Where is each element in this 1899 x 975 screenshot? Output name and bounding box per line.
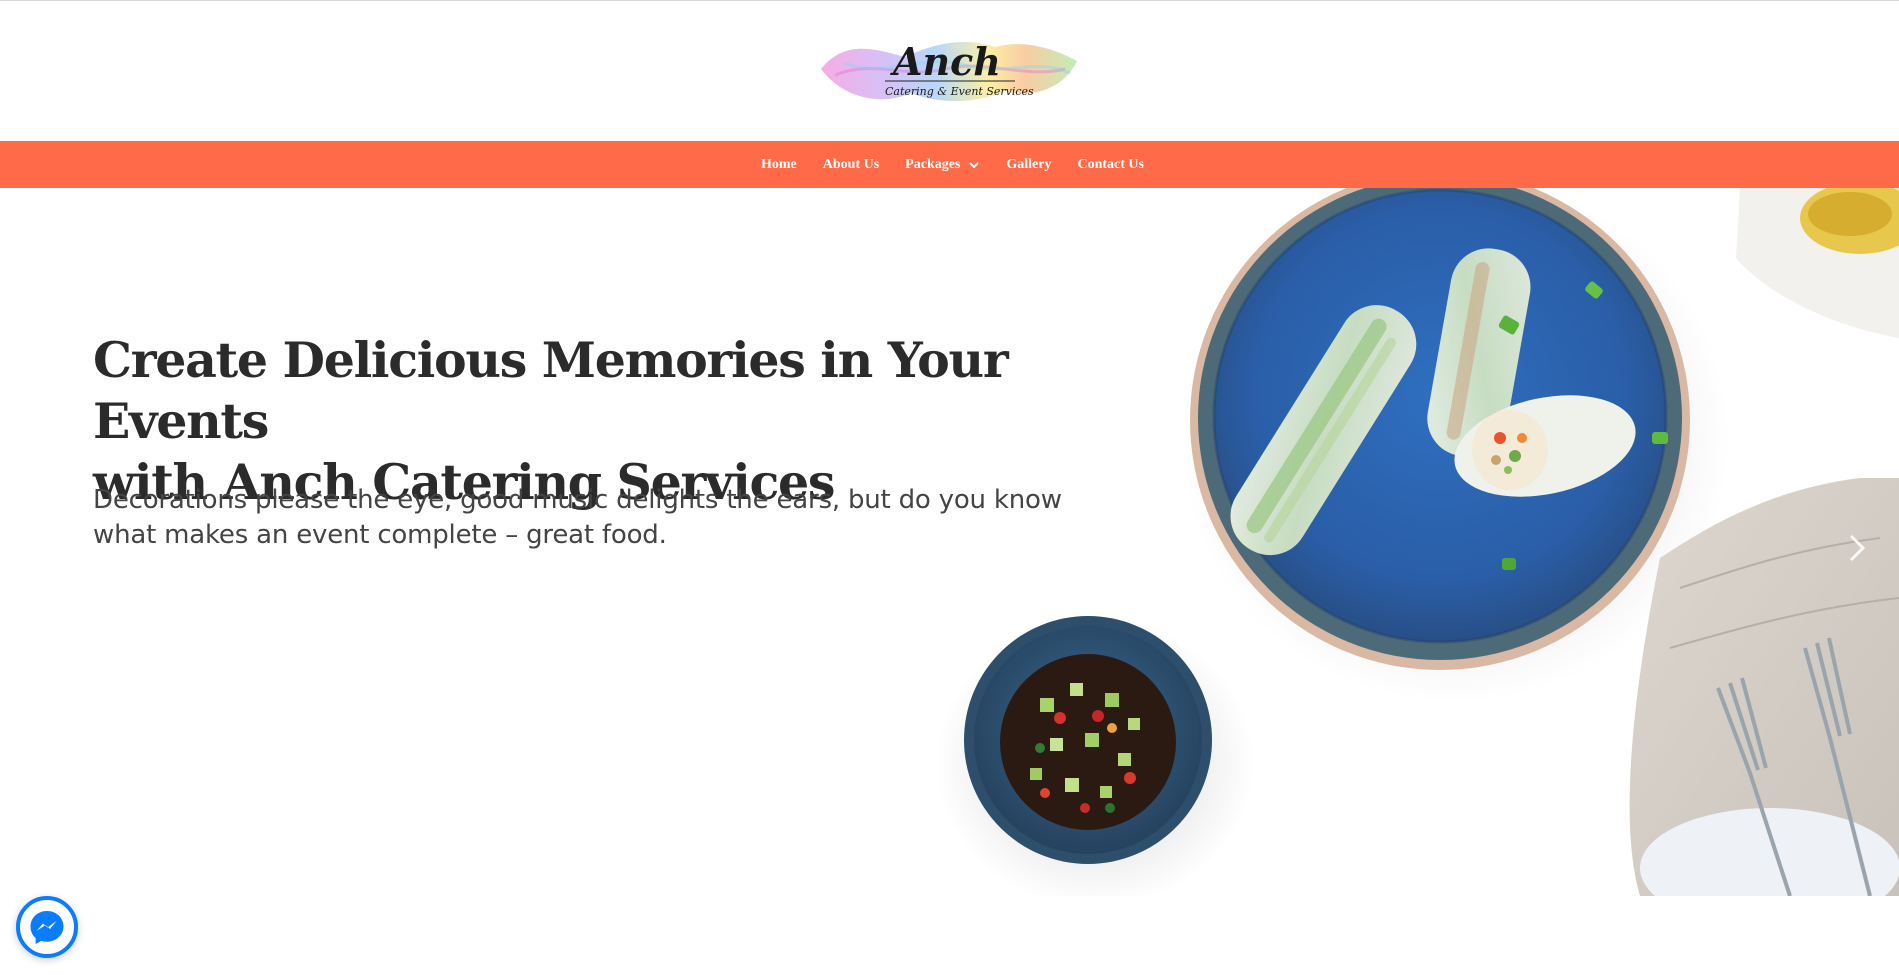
hero-description: Decorations please the eye, good music d…: [93, 485, 1062, 550]
nav-item-label: Contact Us: [1077, 156, 1145, 172]
chevron-right-icon[interactable]: [1845, 528, 1871, 568]
chevron-down-icon: [969, 161, 980, 168]
hero-title-line-1: Create Delicious Memories in Your Events: [93, 331, 1009, 450]
nav-item-label: Packages: [905, 156, 961, 172]
hero-slider: Create Delicious Memories in Your Events…: [0, 188, 1899, 896]
logo-tagline: Catering & Event Services: [885, 85, 1034, 98]
nav-item-about-us[interactable]: About Us: [823, 157, 879, 173]
messenger-icon: [30, 911, 64, 944]
nav-item-label: Home: [761, 156, 797, 172]
messenger-chat-button[interactable]: [16, 896, 78, 958]
nav-item-packages[interactable]: Packages: [905, 157, 980, 173]
site-header: Anch Catering & Event Services: [0, 1, 1899, 141]
nav-item-home[interactable]: Home: [761, 157, 797, 173]
nav-item-contact-us[interactable]: Contact Us: [1078, 157, 1145, 173]
nav-item-gallery[interactable]: Gallery: [1006, 157, 1051, 173]
nav-menu: Home About Us Packages Gallery Contact U…: [0, 141, 1899, 188]
site-logo[interactable]: Anch Catering & Event Services: [815, 29, 1085, 113]
nav-item-label: About Us: [822, 156, 880, 172]
logo-name: Anch: [890, 39, 1001, 84]
main-navigation: Home About Us Packages Gallery Contact U…: [0, 141, 1899, 188]
nav-item-label: Gallery: [1006, 156, 1052, 172]
